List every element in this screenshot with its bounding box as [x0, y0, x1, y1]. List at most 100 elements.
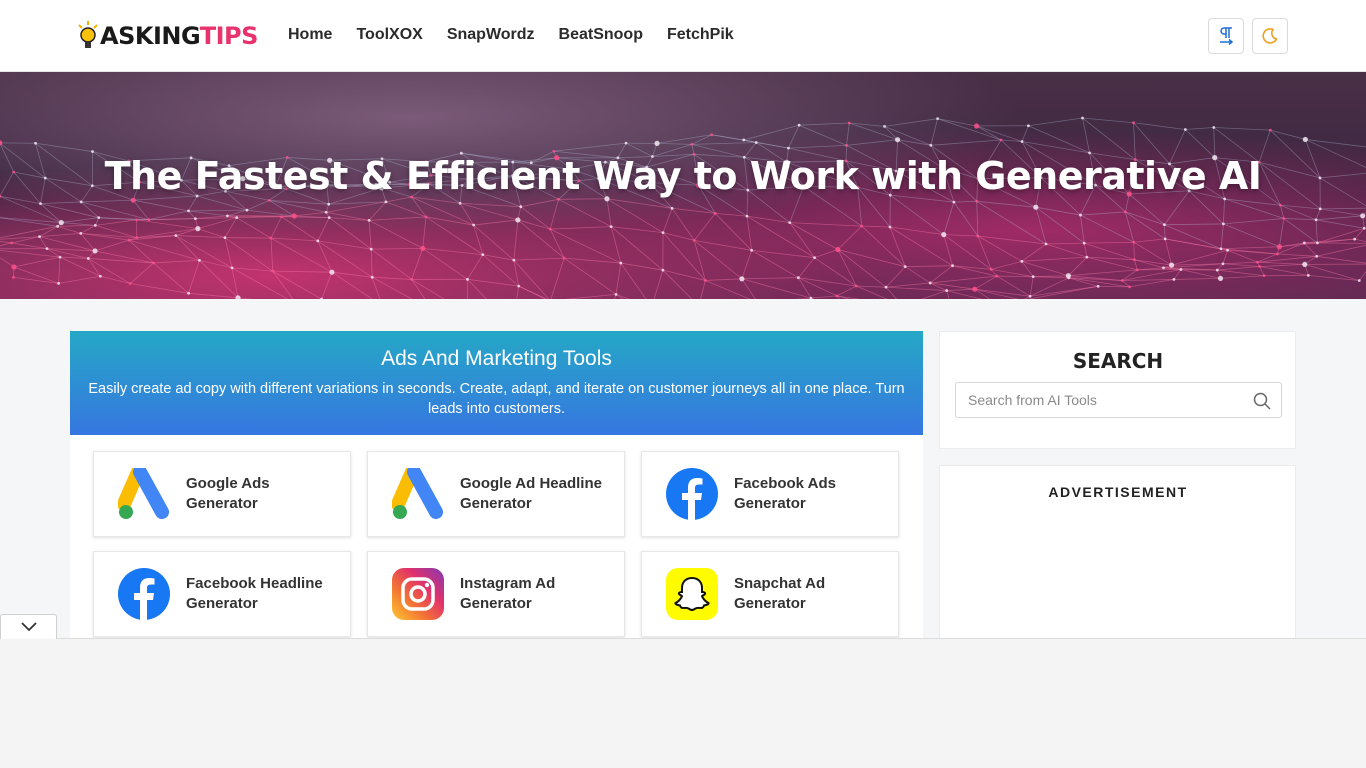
mesh-node	[187, 291, 190, 295]
mesh-line	[700, 280, 706, 299]
mesh-node	[1302, 136, 1308, 143]
mesh-line	[974, 288, 1031, 297]
mesh-line	[788, 125, 800, 149]
tool-snapchat-ad-generator[interactable]: Snapchat Ad Generator	[641, 551, 899, 637]
mesh-node	[951, 264, 954, 268]
section-header: Ads And Marketing Tools Easily create ad…	[70, 331, 923, 435]
mesh-node	[989, 268, 993, 271]
mesh-node	[1315, 254, 1319, 258]
mesh-line	[1021, 125, 1029, 142]
tool-name: Google Ads Generator	[186, 475, 270, 512]
mesh-line	[236, 217, 272, 239]
mesh-line	[1125, 211, 1165, 226]
mesh-line	[620, 262, 647, 299]
mesh-node	[1353, 237, 1357, 241]
mesh-node	[1179, 268, 1183, 271]
mesh-line	[662, 269, 706, 281]
mesh-line	[94, 239, 130, 252]
nav-snapwordz[interactable]: SnapWordz	[447, 24, 535, 46]
facebook-icon	[118, 568, 170, 620]
mesh-line	[270, 237, 318, 242]
advertisement-label: ADVERTISEMENT	[1048, 484, 1188, 500]
mesh-node	[936, 117, 940, 121]
ads-marketing-card: Ads And Marketing Tools Easily create ad…	[70, 331, 923, 651]
tool-google-ads-generator[interactable]: Google Ads Generator	[93, 451, 351, 537]
mesh-line	[1080, 211, 1126, 216]
mesh-line	[58, 275, 101, 284]
mesh-node	[1221, 222, 1225, 226]
mesh-node	[619, 261, 623, 265]
mesh-line	[1021, 260, 1069, 277]
mesh-node	[1128, 285, 1131, 289]
section-description: Easily create ad copy with different var…	[88, 381, 905, 417]
mesh-node	[57, 281, 60, 285]
mesh-line	[237, 297, 253, 299]
site-logo[interactable]: ASKINGTIPS	[78, 20, 258, 52]
collapse-ad-button[interactable]	[0, 614, 57, 639]
search-icon[interactable]	[1253, 392, 1271, 410]
mesh-line	[175, 235, 225, 239]
mesh-node	[557, 197, 560, 201]
mesh-line	[1027, 285, 1099, 299]
nav-fetchpik[interactable]: FetchPik	[667, 24, 734, 46]
section-title: Ads And Marketing Tools	[381, 347, 612, 370]
mesh-line	[789, 222, 839, 250]
mesh-node	[624, 141, 628, 145]
mesh-line	[653, 270, 664, 299]
nav-home[interactable]: Home	[288, 24, 332, 46]
mesh-line	[270, 237, 333, 273]
nav-toolxox[interactable]: ToolXOX	[356, 24, 422, 46]
mesh-line	[920, 290, 947, 299]
mesh-line	[369, 216, 427, 221]
mesh-node	[1183, 128, 1187, 131]
mesh-node	[796, 276, 800, 280]
mesh-node	[1132, 240, 1136, 244]
mesh-node	[370, 275, 374, 279]
mesh-line	[411, 279, 426, 299]
tool-facebook-headline-generator[interactable]: Facebook Headline Generator	[93, 551, 351, 637]
moon-icon	[1262, 28, 1278, 44]
mesh-line	[40, 201, 82, 204]
mesh-line	[741, 278, 756, 299]
mesh-line	[281, 216, 319, 242]
dark-mode-toggle[interactable]	[1252, 18, 1288, 54]
mesh-line	[789, 222, 862, 227]
mesh-line	[929, 265, 953, 284]
mesh-line	[1223, 218, 1284, 225]
mesh-line	[40, 203, 99, 219]
mesh-line	[368, 219, 423, 249]
mesh-line	[837, 249, 857, 287]
mesh-line	[814, 257, 857, 287]
mesh-line	[1164, 223, 1224, 226]
mesh-node	[230, 266, 234, 270]
mesh-node	[481, 253, 485, 257]
mesh-node	[562, 256, 566, 260]
tool-google-ad-headline-generator[interactable]: Google Ad Headline Generator	[367, 451, 625, 537]
nav-beatsnoop[interactable]: BeatSnoop	[559, 24, 643, 46]
tool-facebook-ads-generator[interactable]: Facebook Ads Generator	[641, 451, 899, 537]
chevron-down-icon	[20, 622, 37, 632]
mesh-line	[80, 233, 96, 252]
mesh-line	[943, 234, 978, 237]
mesh-node	[97, 216, 101, 220]
mesh-line	[550, 226, 612, 230]
mesh-line	[1220, 223, 1224, 249]
text-direction-button[interactable]	[1208, 18, 1244, 54]
mesh-node	[316, 239, 320, 243]
mesh-node	[58, 219, 64, 226]
mesh-line	[799, 122, 850, 126]
tool-instagram-ad-generator[interactable]: Instagram Ad Generator	[367, 551, 625, 637]
mesh-line	[705, 280, 751, 299]
mesh-line	[798, 257, 815, 278]
mesh-node	[79, 231, 83, 235]
mesh-node	[271, 269, 275, 273]
mesh-node	[327, 202, 331, 206]
mesh-line	[175, 228, 198, 236]
mesh-node	[894, 137, 901, 143]
mesh-line	[1315, 208, 1321, 220]
search-input[interactable]	[956, 383, 1236, 417]
mesh-line	[425, 216, 474, 226]
mesh-line	[153, 262, 189, 294]
mesh-line	[1222, 261, 1258, 265]
mesh-node	[661, 231, 665, 235]
